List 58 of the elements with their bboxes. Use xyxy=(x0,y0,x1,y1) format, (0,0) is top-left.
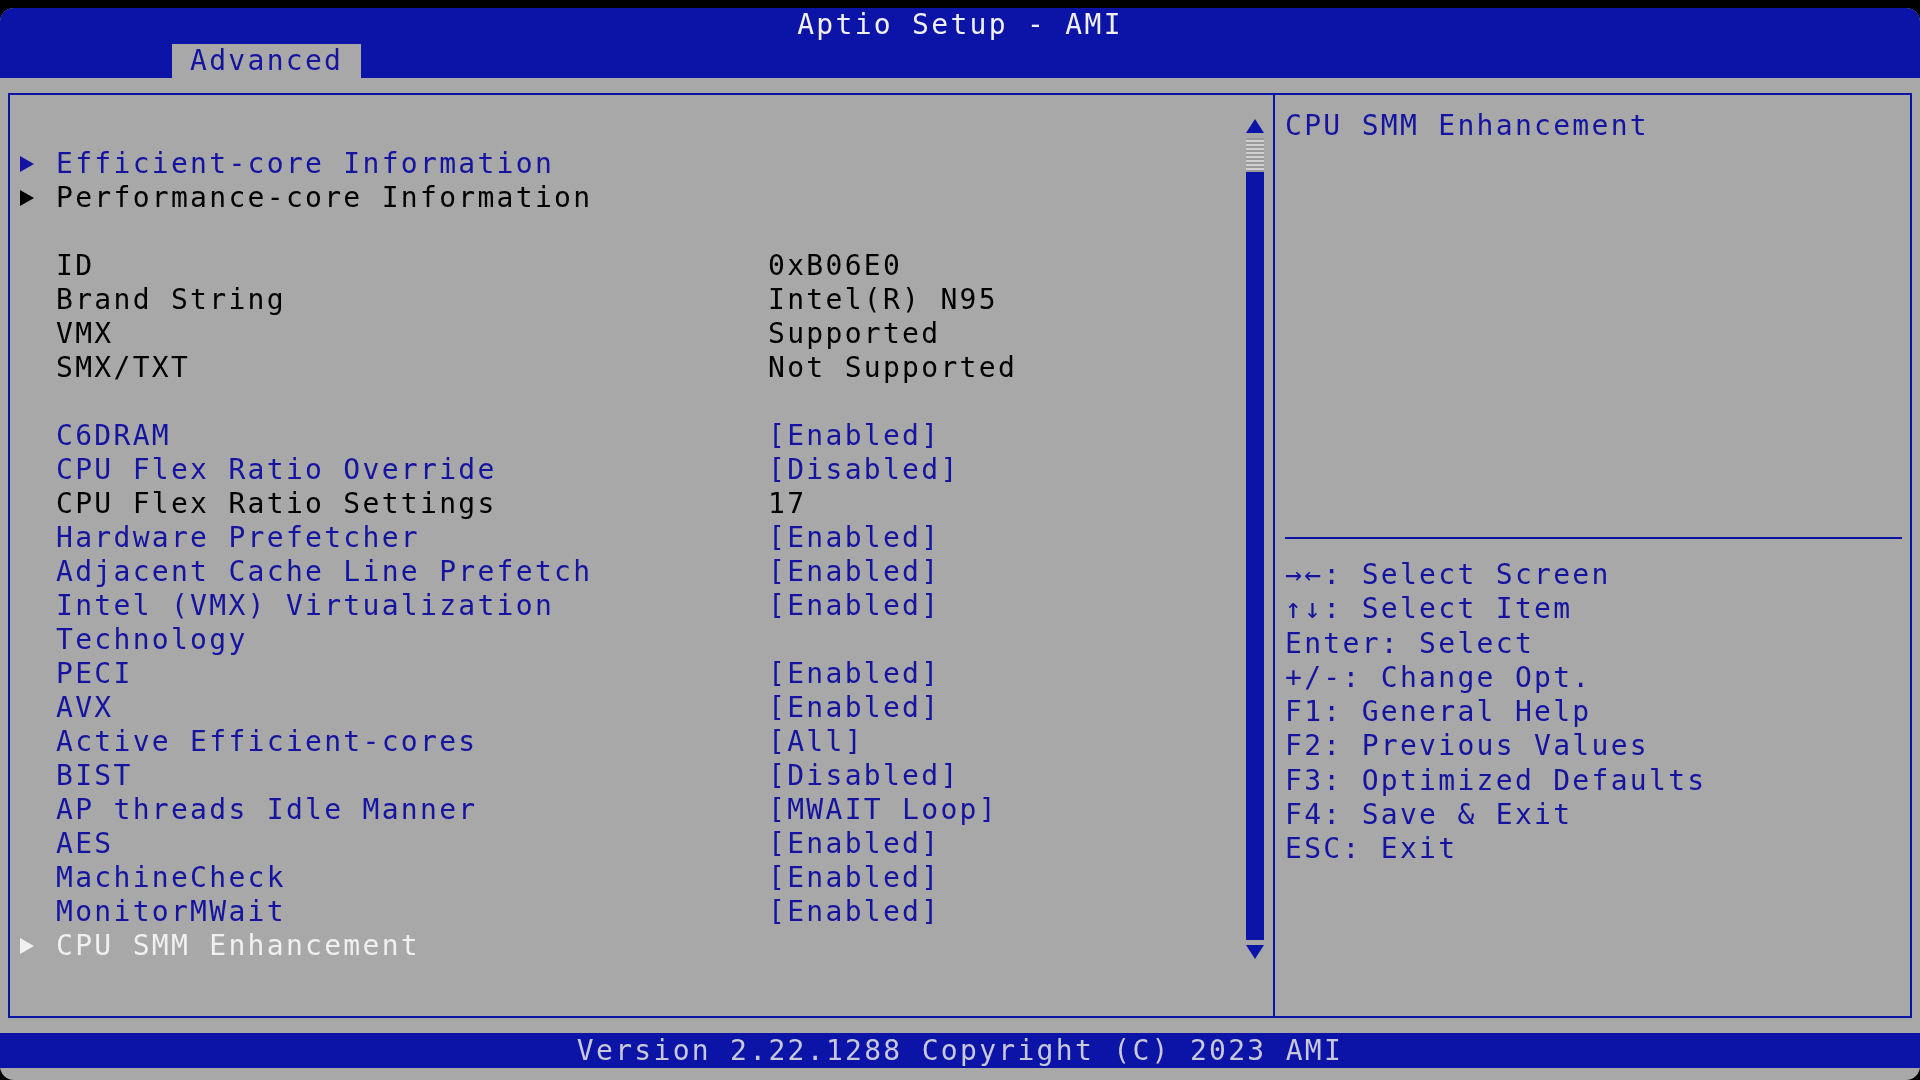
info-value: Supported xyxy=(768,317,941,351)
key-hint: ↑↓: Select Item xyxy=(1285,592,1573,627)
info-label: ID xyxy=(56,249,95,283)
setting-label[interactable]: Hardware Prefetcher xyxy=(56,521,420,555)
key-hint: F3: Optimized Defaults xyxy=(1285,763,1707,799)
key-hint: →←: Select Screen xyxy=(1285,558,1611,593)
help-text: CPU SMM Enhancement xyxy=(1285,109,1902,539)
submenu-item[interactable]: Efficient-core Information xyxy=(56,147,555,181)
setting-value[interactable]: [Enabled] xyxy=(768,861,941,895)
key-hint: F1: General Help xyxy=(1285,695,1592,730)
setting-label[interactable]: MonitorMWait xyxy=(56,895,286,929)
setting-label[interactable]: Active Efficient-cores xyxy=(56,725,478,759)
setting-label[interactable]: MachineCheck xyxy=(56,861,286,895)
key-hint: +/-: Change Opt. xyxy=(1285,660,1592,696)
info-value: Not Supported xyxy=(768,351,1018,385)
setting-value[interactable]: [MWAIT Loop] xyxy=(768,793,998,827)
setting-label[interactable]: Adjacent Cache Line Prefetch xyxy=(56,555,593,589)
setting-label[interactable]: PECI xyxy=(56,657,133,691)
setting-label[interactable]: CPU Flex Ratio Override xyxy=(56,453,497,487)
info-label: Brand String xyxy=(56,283,286,317)
submenu-item: Performance-core Information xyxy=(56,181,593,215)
window-title: Aptio Setup - AMI xyxy=(797,8,1123,42)
submenu-arrow-icon xyxy=(20,156,34,172)
key-hint: Enter: Select xyxy=(1285,626,1535,661)
submenu-arrow-icon xyxy=(20,190,34,206)
setting-value[interactable]: [Disabled] xyxy=(768,453,960,487)
submenu-arrow-icon xyxy=(20,938,34,954)
setting-value[interactable]: [Enabled] xyxy=(768,657,941,691)
setting-value[interactable]: [Enabled] xyxy=(768,555,941,589)
info-value: Intel(R) N95 xyxy=(768,283,998,317)
info-label: VMX xyxy=(56,317,114,351)
scroll-down-icon[interactable] xyxy=(1246,945,1264,959)
key-hint: ESC: Exit xyxy=(1285,832,1458,867)
info-label: SMX/TXT xyxy=(56,351,191,385)
info-value: 17 xyxy=(768,487,807,521)
key-hint: F2: Previous Values xyxy=(1285,729,1649,764)
key-hint: F4: Save & Exit xyxy=(1285,798,1573,833)
version-text: Version 2.22.1288 Copyright (C) 2023 AMI xyxy=(576,1034,1344,1067)
setting-value[interactable]: [Enabled] xyxy=(768,419,941,453)
setting-value[interactable]: [Enabled] xyxy=(768,521,941,555)
setting-value[interactable]: [Enabled] xyxy=(768,827,941,861)
info-value: 0xB06E0 xyxy=(768,249,903,283)
setting-label[interactable]: AVX xyxy=(56,691,114,725)
setting-value[interactable]: [All] xyxy=(768,725,864,759)
setting-label[interactable]: BIST xyxy=(56,759,133,793)
info-label: CPU Flex Ratio Settings xyxy=(56,487,497,521)
scrollbar-thumb[interactable] xyxy=(1246,138,1264,172)
setting-label[interactable]: AP threads Idle Manner xyxy=(56,793,478,827)
scroll-up-icon[interactable] xyxy=(1246,119,1264,133)
scrollbar-track[interactable] xyxy=(1246,138,1264,940)
setting-value[interactable]: [Enabled] xyxy=(768,895,941,929)
setting-value[interactable]: [Enabled] xyxy=(768,589,941,657)
setting-label[interactable]: C6DRAM xyxy=(56,419,171,453)
setting-value[interactable]: [Disabled] xyxy=(768,759,960,793)
setting-label[interactable]: AES xyxy=(56,827,114,861)
setting-label[interactable]: Intel (VMX) Virtualization Technology xyxy=(56,589,616,657)
menu-tab[interactable]: Advanced xyxy=(172,44,362,78)
setting-value[interactable]: [Enabled] xyxy=(768,691,941,725)
